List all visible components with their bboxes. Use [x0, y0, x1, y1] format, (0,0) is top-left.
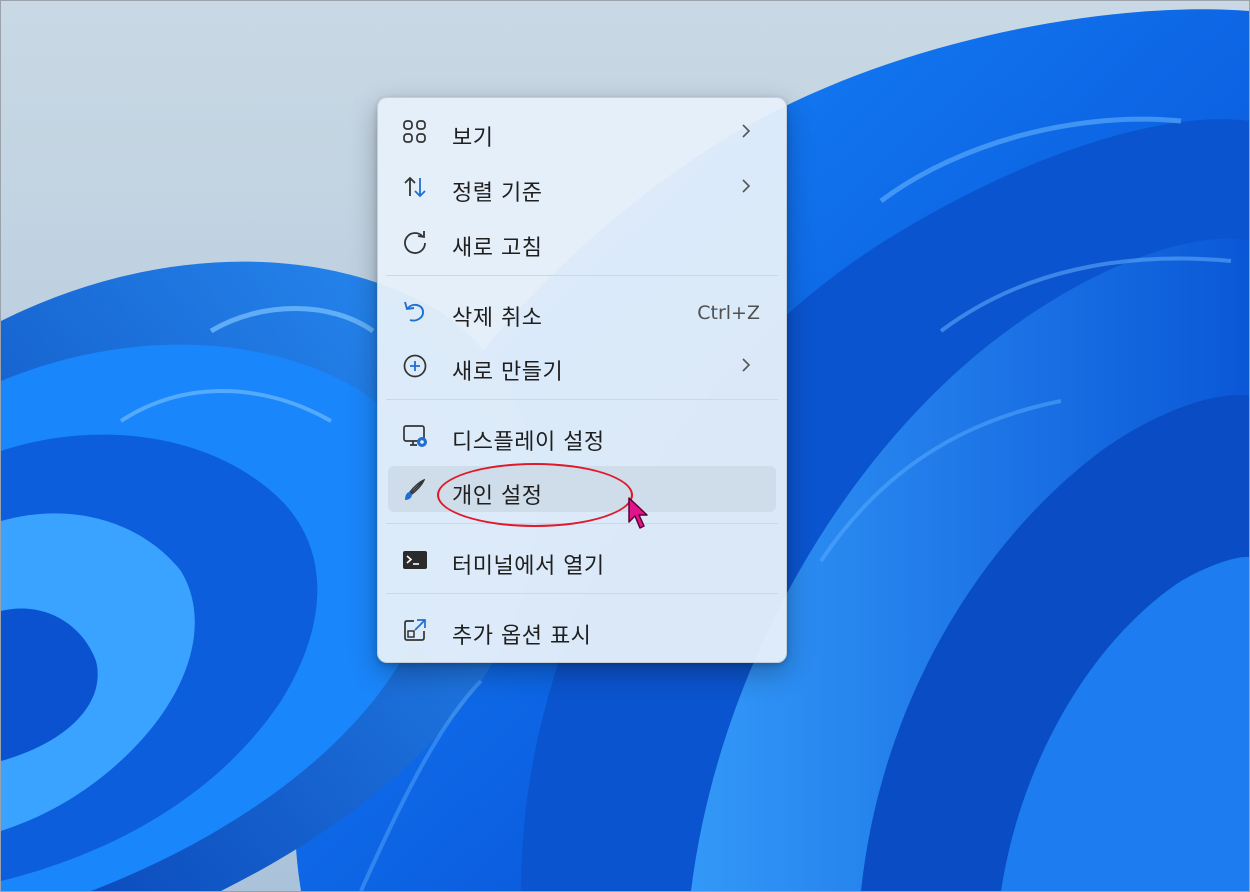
grid-view-icon [403, 120, 426, 143]
menu-item-label: 터미널에서 열기 [452, 554, 605, 579]
menu-item-label: 디스플레이 설정 [452, 430, 605, 455]
undo-icon [404, 301, 424, 322]
menu-item-sort-by[interactable]: 정렬 기준 [388, 163, 776, 209]
menu-item-label: 새로 만들기 [452, 360, 564, 385]
menu-item-label: 새로 고침 [452, 236, 543, 261]
menu-item-label: 삭제 취소 [452, 306, 543, 331]
menu-item-show-more-options[interactable]: 추가 옵션 표시 [388, 606, 776, 652]
menu-separator [386, 275, 778, 276]
menu-item-label: 추가 옵션 표시 [452, 624, 592, 649]
open-external-icon [404, 619, 426, 641]
plus-circle-icon [403, 354, 427, 378]
menu-separator [386, 523, 778, 524]
menu-separator [386, 593, 778, 594]
brush-icon [405, 478, 426, 500]
keyboard-shortcut: Ctrl+Z [697, 302, 760, 324]
refresh-icon [404, 231, 426, 254]
menu-item-label: 정렬 기준 [452, 181, 543, 206]
mouse-cursor-icon [628, 497, 648, 529]
desktop-frame: 보기 정렬 기준 새로 고침 삭제 취소 Ctrl+Z 새로 만들기 디스플레이… [0, 0, 1250, 892]
menu-item-personalize[interactable]: 개인 설정 [388, 466, 776, 512]
display-settings-icon [403, 425, 427, 447]
menu-separator [386, 399, 778, 400]
chevron-right-icon [742, 124, 751, 138]
menu-item-display-settings[interactable]: 디스플레이 설정 [388, 412, 776, 458]
terminal-icon [403, 551, 427, 569]
menu-item-label: 보기 [452, 126, 494, 151]
menu-item-open-in-terminal[interactable]: 터미널에서 열기 [388, 536, 776, 582]
chevron-right-icon [742, 179, 751, 193]
menu-item-refresh[interactable]: 새로 고침 [388, 218, 776, 264]
menu-item-undo-delete[interactable]: 삭제 취소 Ctrl+Z [388, 288, 776, 334]
sort-arrows-icon [404, 176, 426, 198]
menu-item-label: 개인 설정 [452, 484, 543, 509]
context-menu: 보기 정렬 기준 새로 고침 삭제 취소 Ctrl+Z 새로 만들기 디스플레이… [377, 97, 787, 663]
menu-item-view[interactable]: 보기 [388, 108, 776, 154]
chevron-right-icon [742, 358, 751, 372]
menu-item-new[interactable]: 새로 만들기 [388, 342, 776, 388]
